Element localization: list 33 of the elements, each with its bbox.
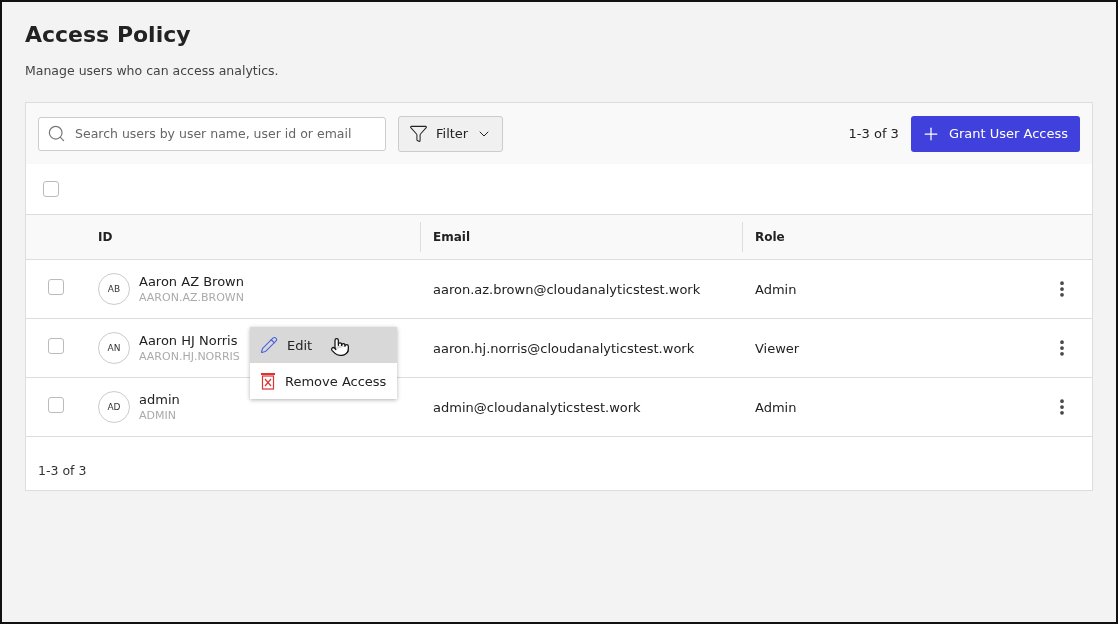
user-name: Aaron HJ Norris	[139, 333, 239, 348]
filter-icon	[409, 124, 428, 143]
pencil-icon	[260, 336, 278, 354]
footer-count: 1-3 of 3	[38, 463, 87, 478]
column-header: ID	[98, 229, 114, 246]
hand-cursor-icon	[330, 337, 350, 357]
row-checkbox[interactable]	[48, 279, 64, 295]
role-cell-text: Viewer	[754, 340, 801, 356]
page-subtitle: Manage users who can access analytics.	[25, 63, 280, 78]
email-cell-text: aaron.hj.norris@cloudanalyticstest.work	[432, 340, 696, 356]
column-header: Email	[420, 222, 742, 252]
filter-button[interactable]: Filter	[398, 115, 504, 152]
select-all-checkbox[interactable]	[43, 181, 59, 197]
result-count: 1-3 of 3	[848, 126, 899, 141]
row-checkbox[interactable]	[48, 338, 64, 354]
role-cell-text: Admin	[754, 399, 798, 415]
row-checkbox[interactable]	[48, 397, 64, 413]
email-cell-text: admin@cloudanalyticstest.work	[432, 399, 642, 415]
column-header: Role	[742, 222, 1052, 252]
grant-access-button[interactable]: Grant User Access	[910, 115, 1080, 152]
user-name: Aaron AZ Brown	[139, 274, 244, 289]
user-id: ADMIN	[139, 409, 177, 422]
email-cell-text: aaron.az.brown@cloudanalyticstest.work	[432, 281, 702, 297]
user-name: admin	[139, 392, 180, 407]
menu-item[interactable]: Edit	[250, 327, 397, 363]
user-id: AARON.HJ.NORRIS	[139, 350, 240, 363]
role-cell-text: Admin	[754, 281, 798, 297]
search-icon	[47, 123, 66, 143]
menu-item[interactable]: Remove Access	[250, 363, 397, 399]
search-field[interactable]: Search users by user name, user id or email	[38, 116, 386, 151]
user-id: AARON.AZ.BROWN	[139, 291, 244, 304]
page-title: Access Policy	[25, 22, 192, 47]
trash-icon	[260, 372, 276, 390]
